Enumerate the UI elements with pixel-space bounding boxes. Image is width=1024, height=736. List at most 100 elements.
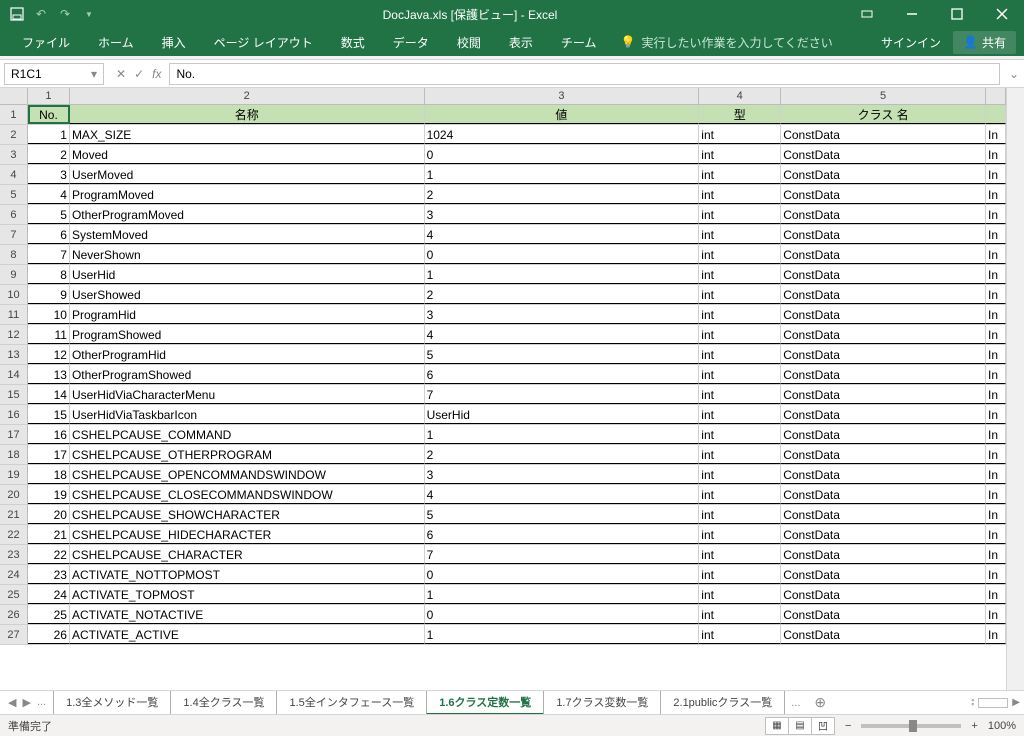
view-pagebreak-icon[interactable]: 凹 — [811, 717, 835, 735]
save-icon[interactable] — [10, 7, 24, 21]
cell-no[interactable]: 14 — [28, 385, 70, 404]
cell-no[interactable]: 25 — [28, 605, 70, 624]
sheet-tab[interactable]: 2.1publicクラス一覧 — [660, 691, 785, 715]
sheet-tab[interactable]: 1.3全メソッド一覧 — [53, 691, 171, 715]
header-cell-extra[interactable] — [986, 105, 1006, 124]
cell-extra[interactable]: In — [986, 565, 1006, 584]
cell-extra[interactable]: In — [986, 445, 1006, 464]
cell-name[interactable]: UserHid — [70, 265, 425, 284]
cell-extra[interactable]: In — [986, 385, 1006, 404]
cell-name[interactable]: ProgramShowed — [70, 325, 425, 344]
cell-value[interactable]: 1 — [425, 165, 700, 184]
cell-type[interactable]: int — [699, 465, 781, 484]
ribbon-tab-7[interactable]: 表示 — [495, 28, 547, 56]
cell-type[interactable]: int — [699, 425, 781, 444]
row-header[interactable]: 21 — [0, 505, 28, 524]
cell-name[interactable]: ProgramHid — [70, 305, 425, 324]
zoom-level[interactable]: 100% — [988, 720, 1016, 732]
cell-extra[interactable]: In — [986, 625, 1006, 644]
ribbon-tab-0[interactable]: ファイル — [8, 28, 84, 56]
cell-class[interactable]: ConstData — [781, 185, 986, 204]
cell-class[interactable]: ConstData — [781, 225, 986, 244]
cell-class[interactable]: ConstData — [781, 565, 986, 584]
cell-no[interactable]: 16 — [28, 425, 70, 444]
view-normal-icon[interactable]: ▦ — [765, 717, 789, 735]
cell-name[interactable]: CSHELPCAUSE_HIDECHARACTER — [70, 525, 425, 544]
cell-value[interactable]: 6 — [425, 525, 700, 544]
cell-class[interactable]: ConstData — [781, 165, 986, 184]
cell-value[interactable]: 7 — [425, 545, 700, 564]
cell-type[interactable]: int — [699, 405, 781, 424]
cell-extra[interactable]: In — [986, 285, 1006, 304]
cell-name[interactable]: ACTIVATE_ACTIVE — [70, 625, 425, 644]
cell-extra[interactable]: In — [986, 305, 1006, 324]
cell-type[interactable]: int — [699, 145, 781, 164]
cell-value[interactable]: 0 — [425, 565, 700, 584]
cell-type[interactable]: int — [699, 325, 781, 344]
sheet-tab[interactable]: 1.7クラス変数一覧 — [543, 691, 661, 715]
column-header[interactable]: 3 — [425, 88, 700, 104]
cell-no[interactable]: 1 — [28, 125, 70, 144]
cell-type[interactable]: int — [699, 565, 781, 584]
cell-value[interactable]: 3 — [425, 465, 700, 484]
undo-icon[interactable]: ↶ — [34, 7, 48, 21]
cell-class[interactable]: ConstData — [781, 325, 986, 344]
ribbon-tab-4[interactable]: 数式 — [327, 28, 379, 56]
cell-no[interactable]: 26 — [28, 625, 70, 644]
cell-extra[interactable]: In — [986, 205, 1006, 224]
cell-type[interactable]: int — [699, 625, 781, 644]
row-header[interactable]: 1 — [0, 105, 28, 124]
cell-name[interactable]: OtherProgramShowed — [70, 365, 425, 384]
cell-value[interactable]: 1 — [425, 265, 700, 284]
cell-class[interactable]: ConstData — [781, 365, 986, 384]
row-header[interactable]: 20 — [0, 485, 28, 504]
cell-value[interactable]: 3 — [425, 305, 700, 324]
header-cell-type[interactable]: 型 — [699, 105, 781, 124]
tab-nav-prev-icon[interactable]: ◀ — [8, 696, 16, 709]
cell-name[interactable]: CSHELPCAUSE_OPENCOMMANDSWINDOW — [70, 465, 425, 484]
cell-value[interactable]: 6 — [425, 365, 700, 384]
formula-expand-icon[interactable]: ⌄ — [1004, 67, 1024, 81]
cell-class[interactable]: ConstData — [781, 205, 986, 224]
row-header[interactable]: 2 — [0, 125, 28, 144]
row-header[interactable]: 23 — [0, 545, 28, 564]
cell-name[interactable]: CSHELPCAUSE_SHOWCHARACTER — [70, 505, 425, 524]
new-sheet-icon[interactable]: ⊕ — [806, 694, 834, 711]
cell-no[interactable]: 9 — [28, 285, 70, 304]
formula-input[interactable]: No. — [169, 63, 1000, 85]
cell-type[interactable]: int — [699, 225, 781, 244]
cell-value[interactable]: 4 — [425, 225, 700, 244]
ribbon-tab-3[interactable]: ページ レイアウト — [200, 28, 327, 56]
cell-extra[interactable]: In — [986, 485, 1006, 504]
cell-value[interactable]: 1 — [425, 425, 700, 444]
row-header[interactable]: 4 — [0, 165, 28, 184]
cell-extra[interactable]: In — [986, 605, 1006, 624]
cell-no[interactable]: 3 — [28, 165, 70, 184]
cell-class[interactable]: ConstData — [781, 605, 986, 624]
cell-value[interactable]: 1024 — [425, 125, 700, 144]
row-header[interactable]: 5 — [0, 185, 28, 204]
row-header[interactable]: 18 — [0, 445, 28, 464]
cell-extra[interactable]: In — [986, 125, 1006, 144]
cell-type[interactable]: int — [699, 345, 781, 364]
row-header[interactable]: 9 — [0, 265, 28, 284]
column-header[interactable]: 1 — [28, 88, 70, 104]
cell-name[interactable]: CSHELPCAUSE_COMMAND — [70, 425, 425, 444]
cancel-formula-icon[interactable]: ✕ — [116, 67, 126, 81]
cell-value[interactable]: 7 — [425, 385, 700, 404]
signin-link[interactable]: サインイン — [881, 34, 941, 51]
cell-no[interactable]: 5 — [28, 205, 70, 224]
cell-type[interactable]: int — [699, 205, 781, 224]
cell-type[interactable]: int — [699, 285, 781, 304]
cell-type[interactable]: int — [699, 385, 781, 404]
cell-extra[interactable]: In — [986, 265, 1006, 284]
cell-type[interactable]: int — [699, 365, 781, 384]
cell-name[interactable]: ACTIVATE_TOPMOST — [70, 585, 425, 604]
name-box[interactable]: R1C1 ▾ — [4, 63, 104, 85]
cell-class[interactable]: ConstData — [781, 345, 986, 364]
cell-type[interactable]: int — [699, 585, 781, 604]
cell-type[interactable]: int — [699, 485, 781, 504]
cell-extra[interactable]: In — [986, 165, 1006, 184]
cell-extra[interactable]: In — [986, 545, 1006, 564]
ribbon-options-icon[interactable] — [844, 0, 889, 28]
